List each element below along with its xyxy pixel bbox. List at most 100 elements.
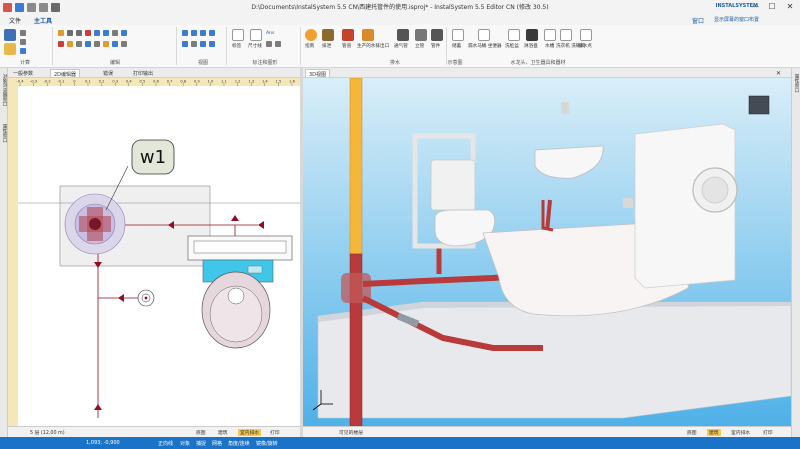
shower-tool[interactable]: 淋浴盘 xyxy=(524,43,538,49)
window-layout-button[interactable]: 显示屏幕的窗口布置 xyxy=(714,16,759,23)
zoom-all-icon[interactable] xyxy=(209,30,215,36)
paste-icon[interactable] xyxy=(58,30,64,36)
tab-2d-editor[interactable]: 2D编辑器 xyxy=(50,69,81,78)
pipe-icon[interactable] xyxy=(342,29,354,41)
check-icon[interactable] xyxy=(4,43,16,55)
outlet-tool[interactable]: 生产的水排出口 xyxy=(357,43,389,49)
tab-3d-view[interactable]: 3D视图 xyxy=(305,69,331,78)
tab-general-params[interactable]: 一般参数 xyxy=(10,69,36,77)
tab-print-output[interactable]: 打印输出 xyxy=(130,69,156,77)
layer-tab-print-3d[interactable]: 打印 xyxy=(763,429,773,436)
layer-tab-building[interactable]: 建筑 xyxy=(218,429,228,436)
sink-icon[interactable] xyxy=(544,29,556,41)
plan-canvas[interactable]: -0.4 -0.3 -0.2 -0.1 0 0.1 0.2 0.3 0.4 0.5 0.6 0.7 0.… xyxy=(8,78,300,426)
layer-tab-base[interactable]: 底图 xyxy=(196,429,206,436)
view3d-canvas[interactable] xyxy=(303,78,791,426)
properties-tab-right[interactable]: 属性窗口 xyxy=(793,74,799,92)
table-icon[interactable] xyxy=(20,48,26,54)
outlet-icon[interactable] xyxy=(362,29,374,41)
storage-icon[interactable] xyxy=(452,29,464,41)
view-cube-icon[interactable] xyxy=(748,95,770,115)
menu-file[interactable]: 文件 xyxy=(9,16,21,25)
layer-icon[interactable] xyxy=(112,41,118,47)
mode-grid[interactable]: 网格 xyxy=(212,440,222,447)
washbasin-tool[interactable]: 洗脸盆 xyxy=(505,43,519,49)
rect-icon[interactable] xyxy=(275,41,281,47)
zoom-window-icon[interactable] xyxy=(200,30,206,36)
refresh-icon[interactable] xyxy=(191,41,197,47)
lock-icon[interactable] xyxy=(103,41,109,47)
view-prev-icon[interactable] xyxy=(200,41,206,47)
dimension-icon[interactable] xyxy=(250,29,262,41)
guide-icon[interactable] xyxy=(305,29,317,41)
view-next-icon[interactable] xyxy=(209,41,215,47)
fitting-icon[interactable] xyxy=(431,29,443,41)
text-tool[interactable]: Ans xyxy=(266,31,274,36)
line-icon[interactable] xyxy=(266,41,272,47)
pan-icon[interactable] xyxy=(182,41,188,47)
group-icon[interactable] xyxy=(67,41,73,47)
zoom-in-icon[interactable] xyxy=(182,30,188,36)
dimension-tool[interactable]: 尺寸线 xyxy=(248,43,262,49)
select-icon[interactable] xyxy=(94,30,100,36)
close-3d-icon[interactable]: ✕ xyxy=(773,69,784,77)
drain-tool[interactable]: 排泄 xyxy=(322,43,331,49)
properties-tab[interactable]: 属性窗口 xyxy=(1,124,7,142)
array-icon[interactable] xyxy=(85,41,91,47)
toilet-tool[interactable]: 漏水马桶 坐便器 xyxy=(468,43,502,49)
delete-icon[interactable] xyxy=(85,30,91,36)
washbasin-icon[interactable] xyxy=(508,29,520,41)
object-browser-tab[interactable]: 对象浏览器窗口 xyxy=(1,74,7,106)
calc-icon[interactable] xyxy=(4,29,16,41)
toilet-cistern[interactable] xyxy=(430,159,476,211)
layer-tab-drainage-3d[interactable]: 室内排水 xyxy=(731,429,750,436)
layer-tab-building-3d[interactable]: 建筑 xyxy=(707,429,721,436)
fitting-tool[interactable]: 管件 xyxy=(431,43,440,49)
drain-point-tool[interactable]: 排水点 xyxy=(578,43,592,49)
mode-angle[interactable]: 角度/连续 xyxy=(228,440,250,447)
align-icon[interactable] xyxy=(76,41,82,47)
close-button[interactable]: ✕ xyxy=(783,1,797,12)
drain-icon[interactable] xyxy=(322,29,334,41)
mirror-icon[interactable] xyxy=(121,30,127,36)
washing-machine-icon[interactable] xyxy=(560,29,572,41)
tab-errors[interactable]: 错误 xyxy=(100,69,116,77)
sink-tool[interactable]: 水槽 xyxy=(545,43,554,49)
measure-icon[interactable] xyxy=(121,41,127,47)
layer-tab-drainage[interactable]: 室内排水 xyxy=(238,429,262,436)
riser-icon[interactable] xyxy=(415,29,427,41)
layer-tab-base-3d[interactable]: 底图 xyxy=(687,429,697,436)
label-tool-icon[interactable] xyxy=(232,29,244,41)
mode-object[interactable]: 对象 xyxy=(180,440,190,447)
properties-icon[interactable] xyxy=(94,41,100,47)
riser-tool[interactable]: 立管 xyxy=(415,43,424,49)
rotate-icon[interactable] xyxy=(112,30,118,36)
shower-icon[interactable] xyxy=(526,29,538,41)
storage-tool[interactable]: 储蓄 xyxy=(452,43,461,49)
vent-icon[interactable] xyxy=(397,29,409,41)
grid-icon[interactable] xyxy=(20,39,26,45)
toilet-icon[interactable] xyxy=(478,29,490,41)
mode-mirror[interactable]: 镜像/旋转 xyxy=(256,440,278,447)
guide-tool[interactable]: 指南 xyxy=(305,43,314,49)
window-menu[interactable]: 窗口 xyxy=(692,16,704,25)
level-select[interactable]: 5 层 (12,00 m) xyxy=(30,429,65,436)
drain-point-icon[interactable] xyxy=(580,29,592,41)
label-tool[interactable]: 标签 xyxy=(232,43,241,49)
move-icon[interactable] xyxy=(103,30,109,36)
erase-icon[interactable] xyxy=(58,41,64,47)
menu-home[interactable]: 主工具 xyxy=(31,16,55,27)
zoom-out-icon[interactable] xyxy=(191,30,197,36)
vent-tool[interactable]: 通气管 xyxy=(394,43,408,49)
pipe-tool[interactable]: 管道 xyxy=(342,43,351,49)
mode-snap[interactable]: 捕捉 xyxy=(196,440,206,447)
vent-stack[interactable] xyxy=(349,78,363,255)
mode-ortho[interactable]: 正向线 xyxy=(158,440,173,447)
maximize-button[interactable]: ☐ xyxy=(765,1,779,12)
ruler-tick-label: 1.3 xyxy=(248,80,254,84)
visible-levels-select[interactable]: 可见的楼层 xyxy=(339,429,363,436)
layer-tab-print[interactable]: 打印 xyxy=(270,429,280,436)
copy-icon[interactable] xyxy=(76,30,82,36)
list-icon[interactable] xyxy=(20,30,26,36)
cut-icon[interactable] xyxy=(67,30,73,36)
